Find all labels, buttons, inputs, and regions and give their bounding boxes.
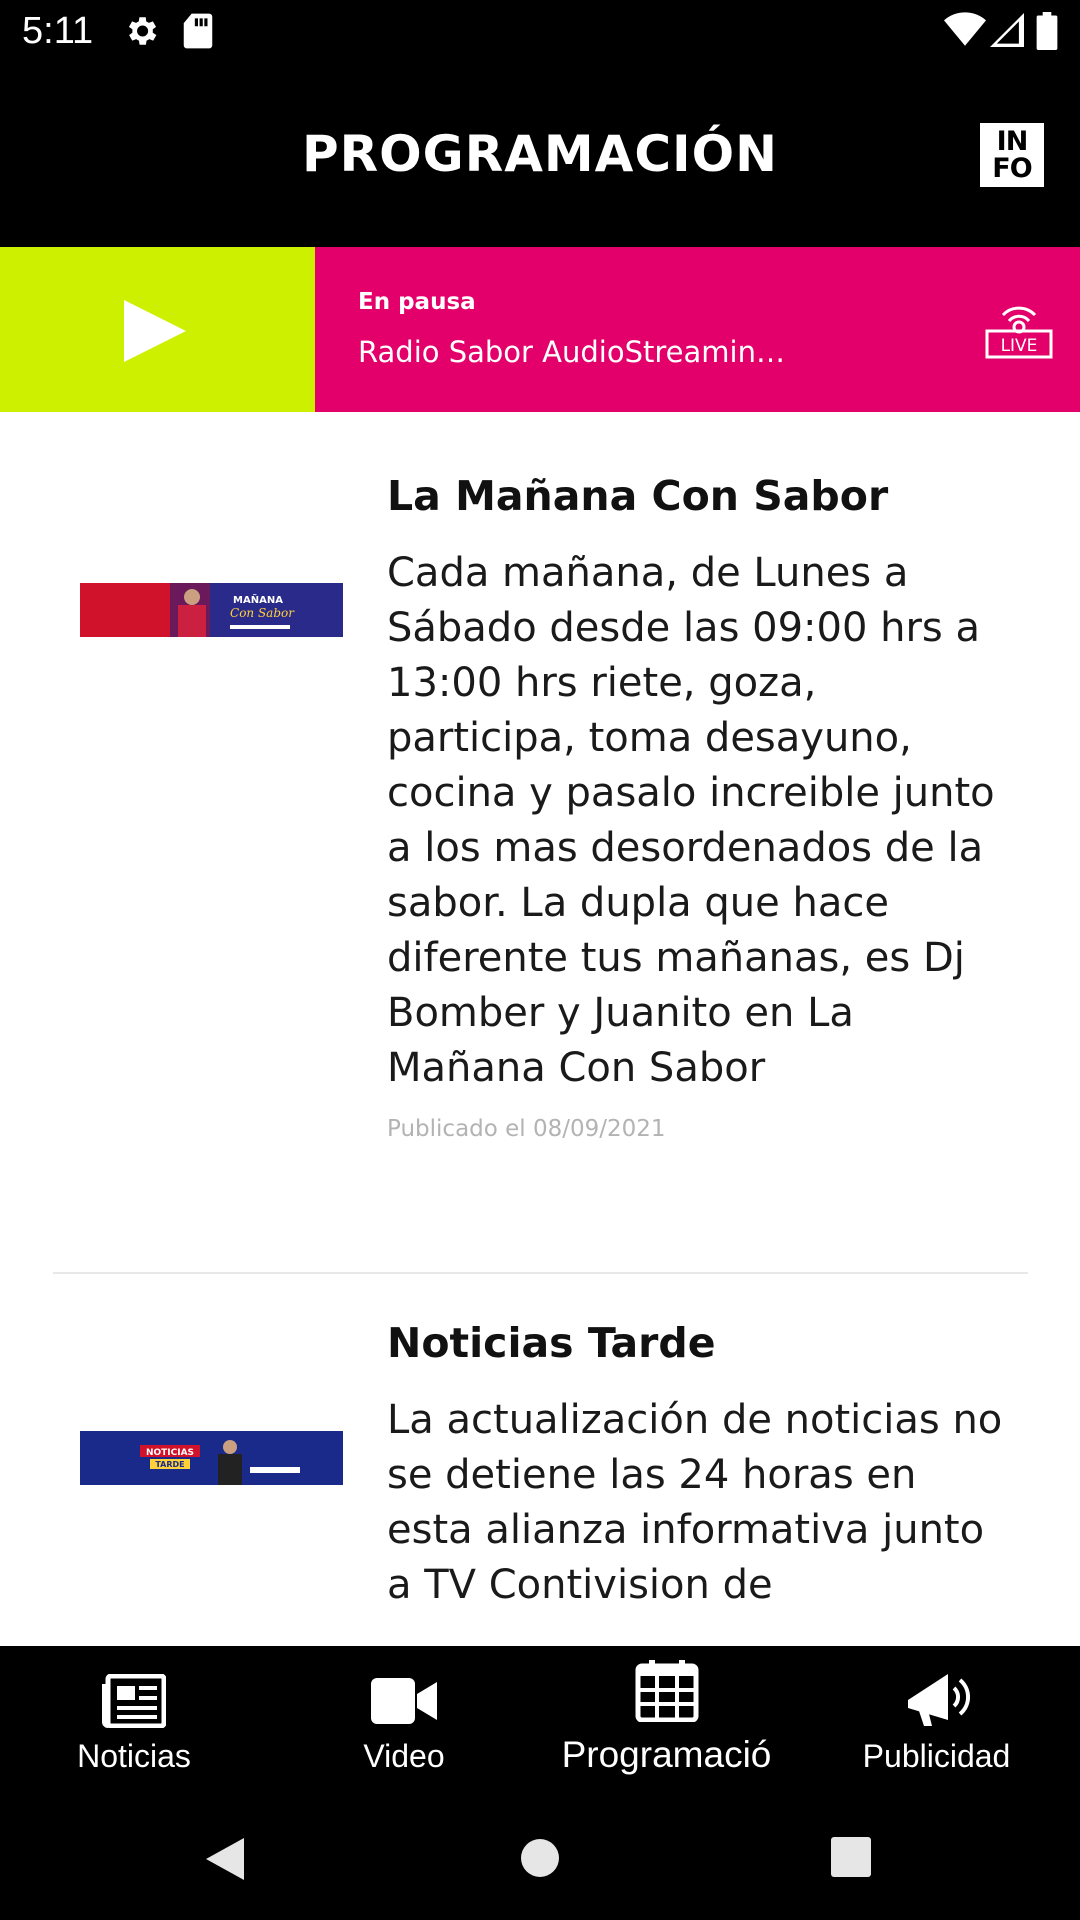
svg-text:Con Sabor: Con Sabor xyxy=(230,606,295,620)
nav-label: Publicidad xyxy=(862,1738,1011,1774)
home-icon[interactable] xyxy=(518,1836,562,1884)
program-date: Publicado el 08/09/2021 xyxy=(387,1116,666,1142)
nav-label: Noticias xyxy=(77,1738,191,1774)
player-status: En pausa xyxy=(358,289,476,315)
program-description: La actualización de noticias no se detie… xyxy=(387,1397,1003,1608)
video-camera-icon xyxy=(371,1678,437,1728)
bottom-nav: Noticias Video Programació Publicidad xyxy=(0,1646,1080,1816)
battery-icon xyxy=(1036,12,1058,54)
nav-item-publicidad[interactable]: Publicidad xyxy=(793,1646,1080,1816)
player-info[interactable]: En pausa Radio Sabor AudioStreamin… LIVE xyxy=(315,247,1080,412)
program-thumbnail[interactable]: MAÑANA Con Sabor xyxy=(80,583,343,637)
nav-item-programacion[interactable]: Programació xyxy=(540,1646,793,1816)
recents-icon[interactable] xyxy=(830,1836,872,1882)
program-title: La Mañana Con Sabor xyxy=(387,472,889,520)
play-icon xyxy=(122,298,188,368)
nav-label: Programació xyxy=(561,1734,772,1775)
cell-signal-icon xyxy=(990,12,1024,52)
info-logo-text-bottom: FO xyxy=(992,153,1032,184)
play-button[interactable] xyxy=(0,247,315,412)
back-icon[interactable] xyxy=(200,1834,248,1888)
svg-text:NOTICIAS: NOTICIAS xyxy=(146,1448,194,1458)
newspaper-icon xyxy=(102,1673,167,1732)
program-text: La Mañana Con Sabor Cada mañana, de Lune… xyxy=(387,468,1007,1142)
program-thumbnail[interactable]: NOTICIAS TARDE xyxy=(80,1431,343,1485)
settings-gear-icon xyxy=(122,12,160,54)
page-title: PROGRAMACIÓN xyxy=(302,125,778,183)
info-logo-button[interactable]: IN FO xyxy=(980,123,1044,187)
app-header: PROGRAMACIÓN IN FO xyxy=(0,63,1080,247)
program-list[interactable]: MAÑANA Con Sabor La Mañana Con Sabor Cad… xyxy=(0,412,1080,1646)
divider xyxy=(53,1272,1028,1274)
info-logo-text-top: IN xyxy=(996,126,1029,157)
live-broadcast-icon[interactable]: LIVE xyxy=(985,297,1053,363)
system-nav-bar xyxy=(0,1816,1080,1920)
nav-item-video[interactable]: Video xyxy=(268,1646,540,1816)
sd-card-icon xyxy=(182,12,214,54)
nav-label: Video xyxy=(363,1738,445,1774)
player-bar: En pausa Radio Sabor AudioStreamin… LIVE xyxy=(0,247,1080,412)
svg-text:TARDE: TARDE xyxy=(155,1460,184,1469)
megaphone-icon xyxy=(904,1670,970,1732)
nav-item-noticias[interactable]: Noticias xyxy=(0,1646,268,1816)
status-bar: 5:11 xyxy=(0,0,1080,63)
svg-text:MAÑANA: MAÑANA xyxy=(233,593,283,606)
program-text: Noticias Tarde La actualización de notic… xyxy=(387,1315,1007,1613)
player-track-title: Radio Sabor AudioStreamin… xyxy=(358,335,785,369)
calendar-icon xyxy=(635,1660,699,1726)
program-title: Noticias Tarde xyxy=(387,1319,716,1367)
wifi-icon xyxy=(944,12,986,52)
status-time: 5:11 xyxy=(22,10,94,52)
program-description: Cada mañana, de Lunes a Sábado desde las… xyxy=(387,550,995,1091)
live-label: LIVE xyxy=(1001,336,1038,356)
